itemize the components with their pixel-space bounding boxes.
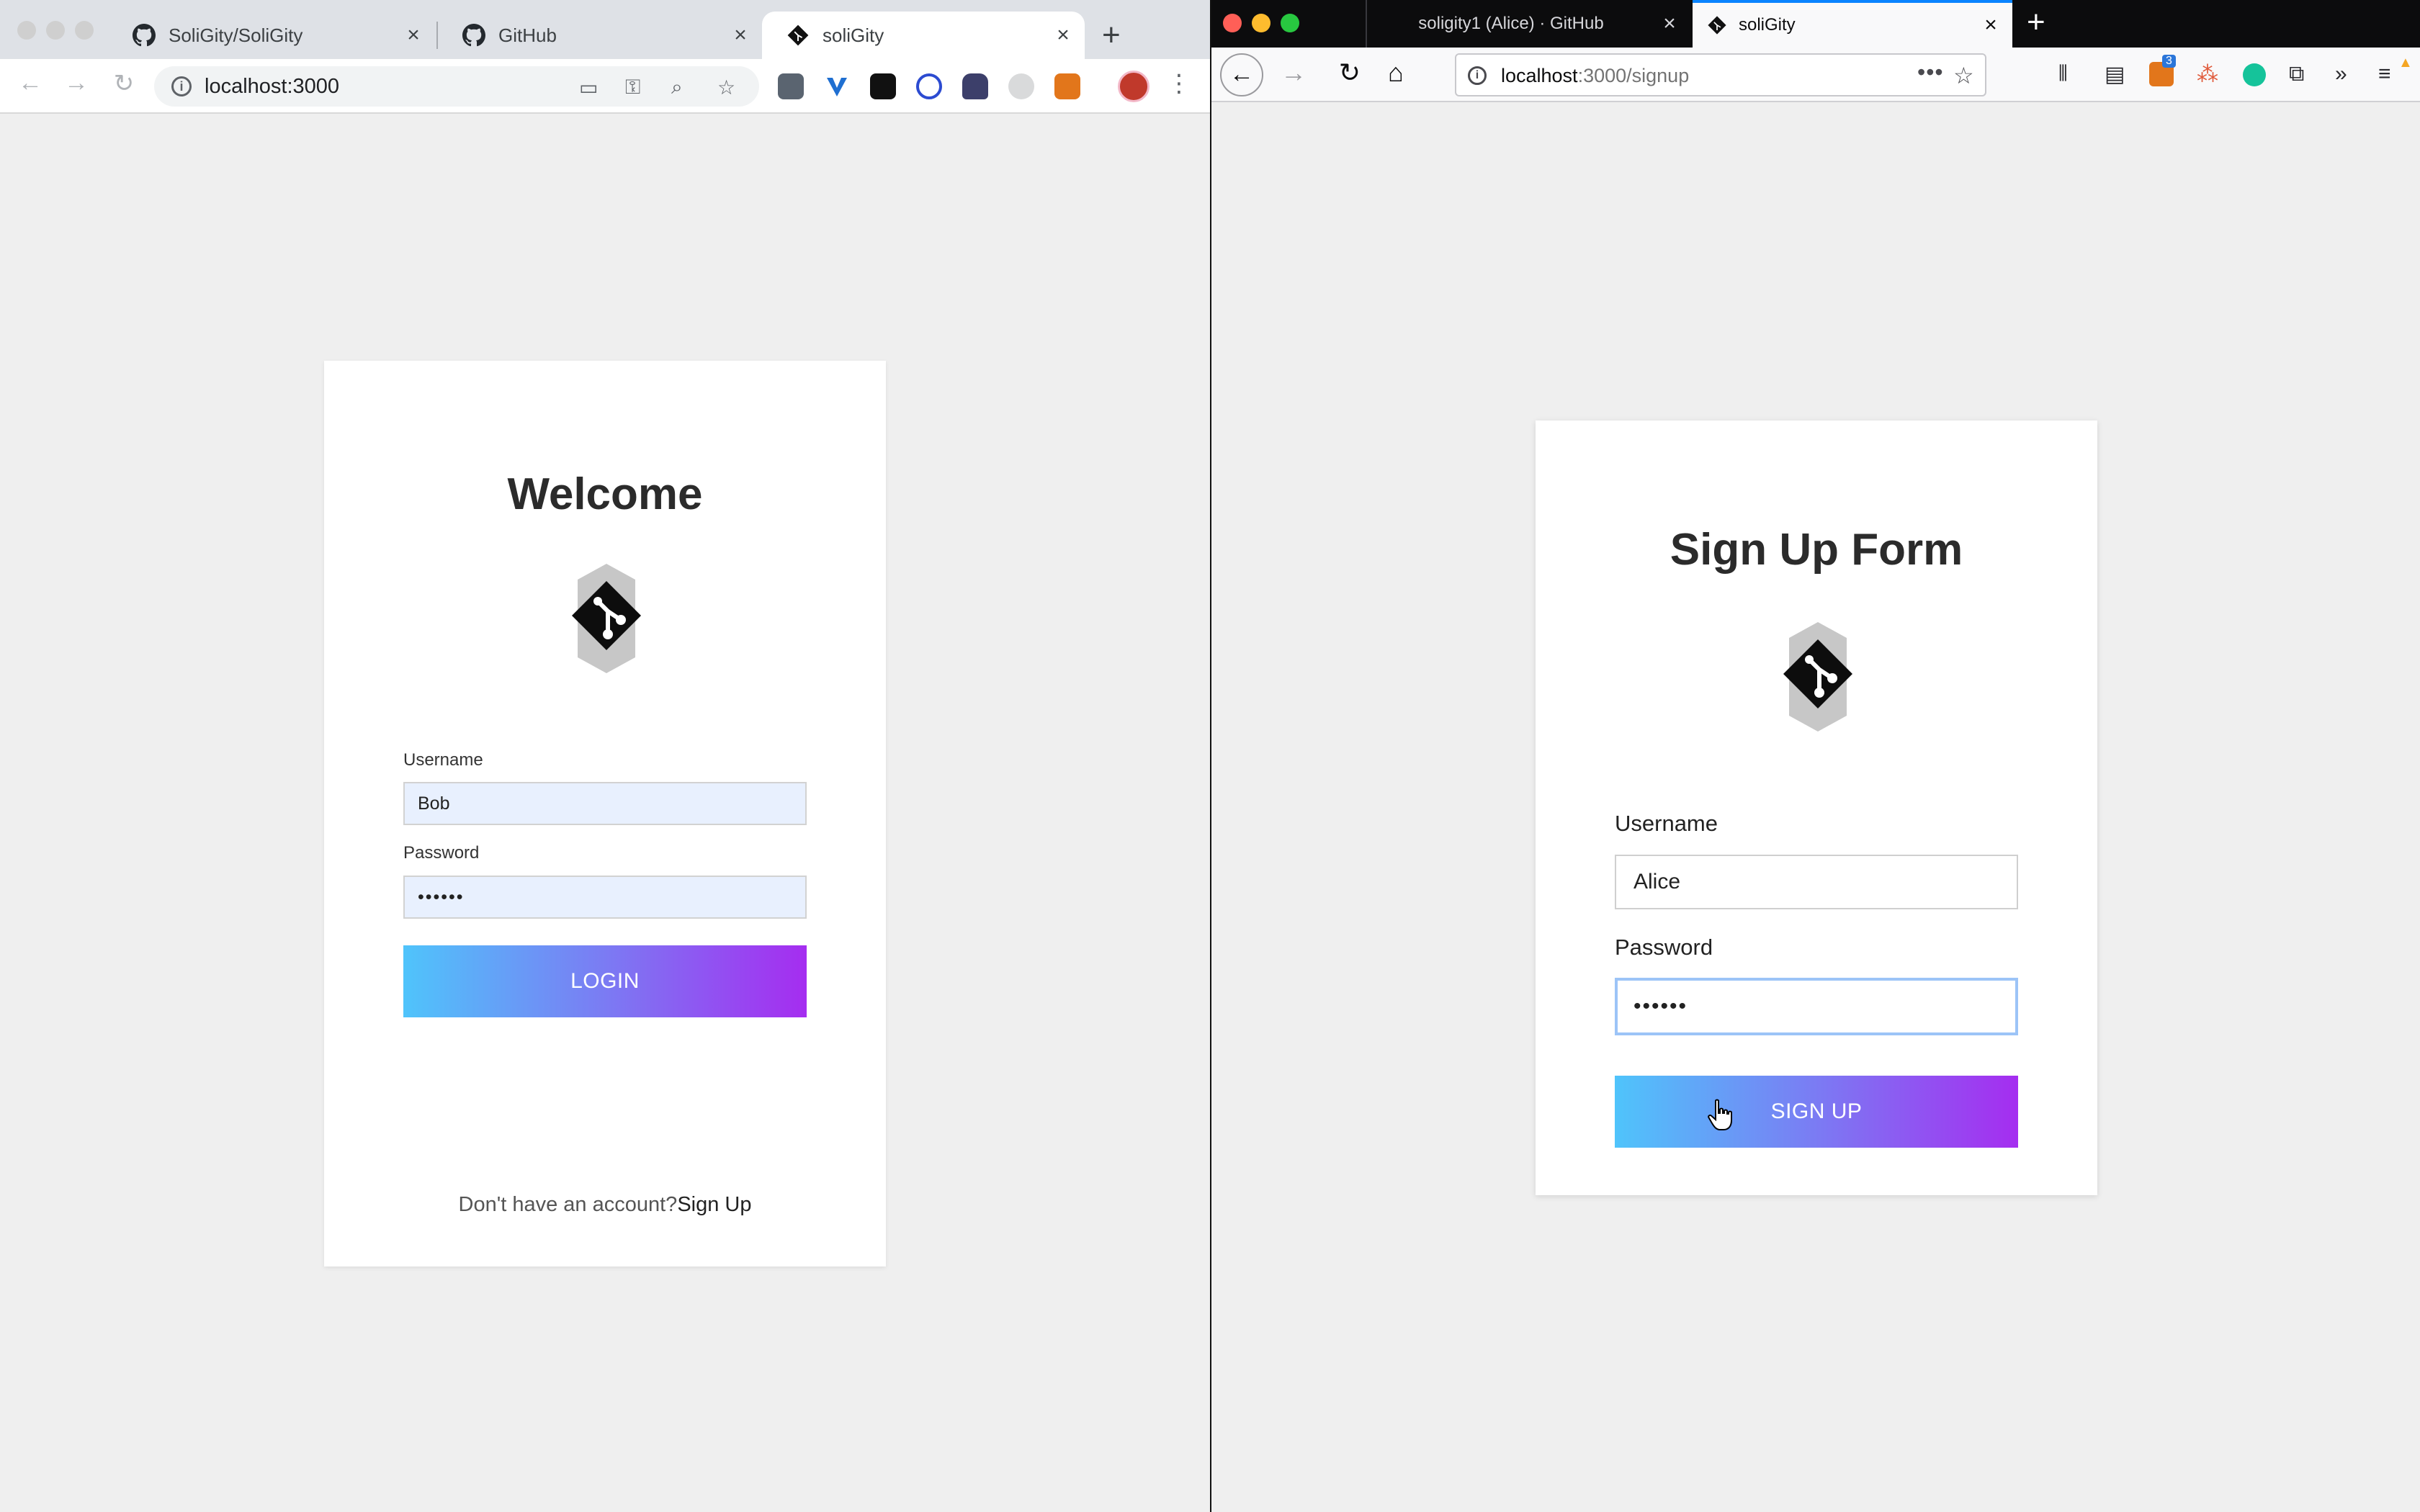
address-url: localhost:3000 xyxy=(205,75,340,98)
address-bar[interactable]: i localhost:3000 ▭ ⚿ ⌕ ☆ xyxy=(154,66,759,107)
close-tab-icon[interactable]: × xyxy=(1049,23,1077,48)
tab-title: SoliGity/SoliGity xyxy=(169,24,303,46)
cast-icon[interactable]: ▭ xyxy=(579,76,598,99)
tab-soligity-repo[interactable]: SoliGity/SoliGity × xyxy=(108,12,435,59)
chrome-menu-icon[interactable]: ⋮ xyxy=(1167,69,1191,98)
firefox-tab-strip: soligity1 (Alice) · GitHub × soliGity × … xyxy=(1211,0,2420,48)
signup-prompt-text: Don't have an account? xyxy=(458,1193,678,1216)
reload-icon[interactable]: ↻ xyxy=(108,69,140,98)
key-icon[interactable]: ⚿ xyxy=(625,76,640,99)
tab-title: soliGity xyxy=(1739,15,1796,35)
info-icon[interactable]: i xyxy=(171,76,192,96)
username-label: Username xyxy=(1615,811,1718,836)
forward-arrow-icon[interactable]: → xyxy=(60,69,92,97)
extension-shield-icon[interactable] xyxy=(778,73,804,99)
extension-v-icon[interactable] xyxy=(824,73,850,99)
tab-soligity-active[interactable]: soliGity × xyxy=(1693,0,2012,48)
extension-block-icon[interactable] xyxy=(916,73,942,99)
password-label: Password xyxy=(403,843,480,863)
password-input[interactable]: •••••• xyxy=(403,876,807,919)
library-icon[interactable]: ⫴ xyxy=(2058,62,2068,86)
username-label: Username xyxy=(403,750,483,770)
firefox-toolbar: ← → ↻ ⌂ i localhost:3000/signup ••• ☆ ⫴ … xyxy=(1211,48,2420,102)
home-icon[interactable]: ⌂ xyxy=(1379,58,1413,88)
github-icon xyxy=(462,24,485,47)
new-tab-button[interactable]: + xyxy=(1102,17,1121,53)
tab-title: soliGity xyxy=(823,24,884,46)
signup-button[interactable]: SIGN UP xyxy=(1615,1076,2018,1148)
grammarly-icon[interactable] xyxy=(2243,63,2266,86)
close-tab-icon[interactable]: × xyxy=(399,23,428,48)
page-title: Welcome xyxy=(507,469,703,519)
close-tab-icon[interactable]: × xyxy=(1655,12,1684,36)
tab-title: soligity1 (Alice) · GitHub xyxy=(1418,14,1604,33)
page-actions-icon[interactable]: ••• xyxy=(1917,59,1944,86)
username-input[interactable]: Alice xyxy=(1615,855,2018,909)
back-arrow-icon[interactable]: ← xyxy=(14,69,46,97)
extension-grid-icon[interactable] xyxy=(870,73,896,99)
overflow-chevron-icon[interactable]: » xyxy=(2335,62,2347,86)
window-minimize-button[interactable] xyxy=(46,21,65,40)
bookmark-star-icon[interactable]: ☆ xyxy=(717,76,735,99)
extension-mask-icon[interactable] xyxy=(962,73,988,99)
hand-cursor-icon xyxy=(1708,1099,1732,1130)
window-minimize-button[interactable] xyxy=(1252,14,1270,32)
close-tab-icon[interactable]: × xyxy=(1976,13,2005,37)
login-button[interactable]: LOGIN xyxy=(403,945,807,1017)
screenshot-icon[interactable]: ⧉ xyxy=(2289,62,2304,86)
back-arrow-icon[interactable]: ← xyxy=(1220,53,1263,96)
window-zoom-button[interactable] xyxy=(1281,14,1299,32)
signup-link[interactable]: Sign Up xyxy=(677,1193,751,1216)
signup-card: Sign Up Form Username Alice Password •••… xyxy=(1536,420,2097,1195)
page-title: Sign Up Form xyxy=(1670,525,1963,575)
soligity-logo-icon xyxy=(1783,622,1852,732)
signup-page: Sign Up Form Username Alice Password •••… xyxy=(1211,102,2420,1512)
new-tab-button[interactable]: + xyxy=(2027,4,2045,40)
chrome-tab-strip: SoliGity/SoliGity × GitHub × soliGity × … xyxy=(0,0,1210,59)
window-zoom-button[interactable] xyxy=(75,21,94,40)
chrome-toolbar: ← → ↻ i localhost:3000 ▭ ⚿ ⌕ ☆ ⋮ xyxy=(0,59,1210,114)
tab-soligity1-github[interactable]: soligity1 (Alice) · GitHub × xyxy=(1367,0,1691,48)
profile-avatar[interactable] xyxy=(1118,71,1150,102)
extension-network-icon[interactable]: ⁂ xyxy=(2197,62,2218,87)
firefox-window: soligity1 (Alice) · GitHub × soliGity × … xyxy=(1210,0,2420,1512)
signup-prompt: Don't have an account?Sign Up xyxy=(324,1193,886,1217)
window-close-button[interactable] xyxy=(17,21,36,40)
address-host: localhost xyxy=(1501,65,1578,86)
zoom-icon[interactable]: ⌕ xyxy=(671,76,683,99)
username-input[interactable]: Bob xyxy=(403,782,807,825)
git-logo-icon xyxy=(1708,16,1726,35)
login-page: Welcome Username Bob Password •••••• LOG… xyxy=(0,114,1210,1512)
warning-icon: ▲ xyxy=(2398,55,2413,71)
github-icon xyxy=(133,24,156,47)
window-close-button[interactable] xyxy=(1223,14,1242,32)
chrome-window: SoliGity/SoliGity × GitHub × soliGity × … xyxy=(0,0,1210,1512)
signup-button-label: SIGN UP xyxy=(1770,1099,1863,1123)
tab-github[interactable]: GitHub × xyxy=(438,12,762,59)
tab-soligity-active[interactable]: soliGity × xyxy=(762,12,1085,59)
git-logo-icon xyxy=(787,24,809,46)
reload-icon[interactable]: ↻ xyxy=(1332,58,1367,88)
address-bar[interactable]: i localhost:3000/signup ••• ☆ xyxy=(1455,53,1986,96)
address-url: localhost:3000/signup xyxy=(1501,65,1689,87)
password-input[interactable]: •••••• xyxy=(1615,978,2018,1035)
address-path: :3000/signup xyxy=(1577,65,1690,86)
hamburger-menu-icon[interactable]: ≡ xyxy=(2378,62,2391,86)
sidebar-icon[interactable]: ▤ xyxy=(2105,62,2125,87)
login-card: Welcome Username Bob Password •••••• LOG… xyxy=(324,361,886,1266)
close-tab-icon[interactable]: × xyxy=(726,23,755,48)
metamask-fox-icon[interactable] xyxy=(1054,73,1080,99)
bookmark-star-icon[interactable]: ☆ xyxy=(1953,62,1974,89)
password-label: Password xyxy=(1615,935,1713,960)
tab-title: GitHub xyxy=(498,24,557,46)
forward-arrow-icon[interactable]: → xyxy=(1276,58,1311,88)
soligity-logo-icon xyxy=(572,564,641,673)
extension-badge: 3 xyxy=(2162,55,2176,68)
extension-cloud-icon[interactable] xyxy=(1008,73,1034,99)
info-icon[interactable]: i xyxy=(1468,66,1487,85)
